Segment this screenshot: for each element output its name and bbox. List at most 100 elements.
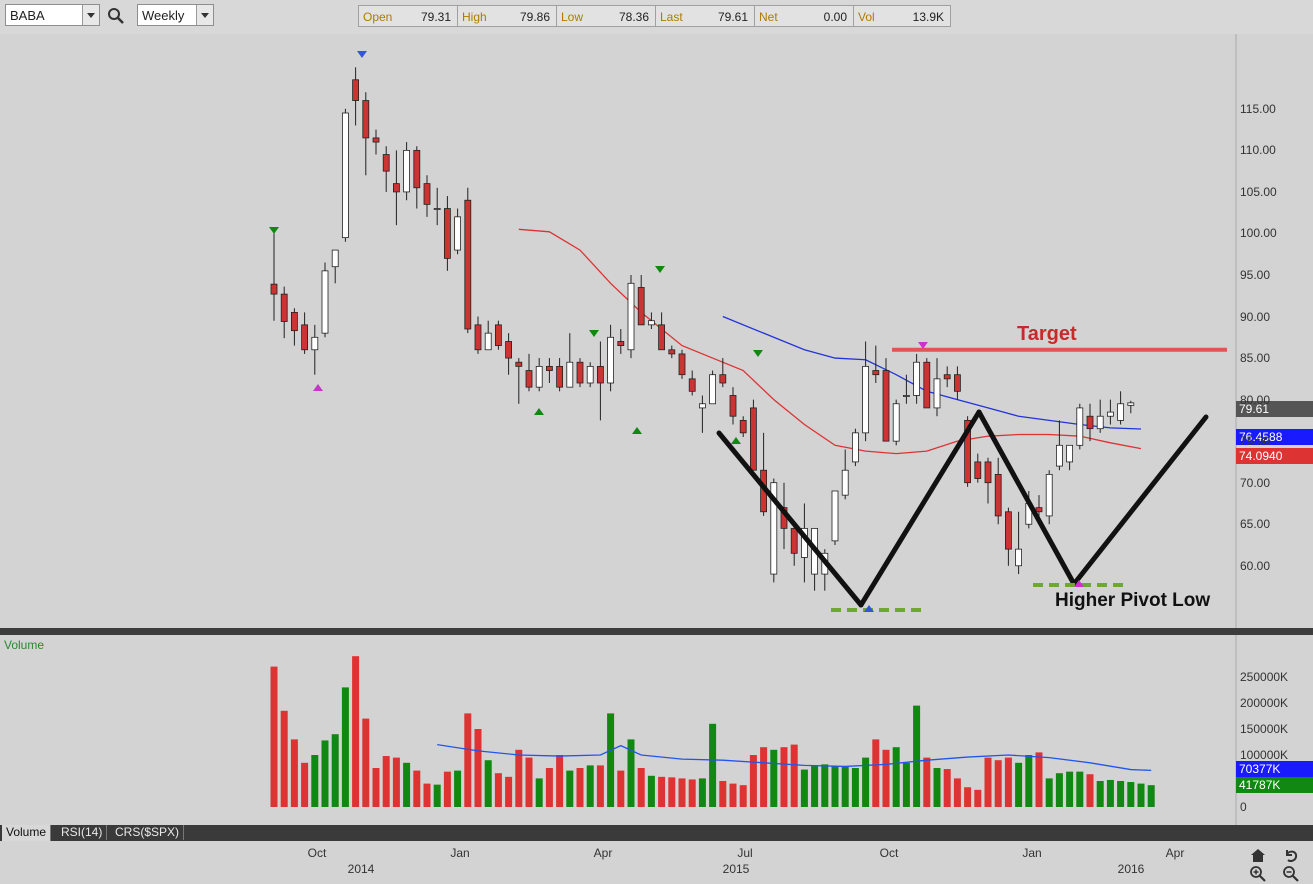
price-tick-label: 70.00 <box>1240 475 1271 490</box>
price-tick-label: 85.00 <box>1240 351 1271 366</box>
zoom-out-icon[interactable] <box>1282 865 1300 883</box>
pivot-low-marker <box>534 408 544 415</box>
volume-bar <box>902 762 910 807</box>
undo-icon[interactable] <box>1282 846 1300 864</box>
period-combo[interactable]: Weekly <box>137 4 214 26</box>
time-label-jan-2016: Jan <box>1022 846 1042 860</box>
volume-last-tag: 41787K <box>1236 777 1313 793</box>
candle-body <box>484 332 492 351</box>
volume-bar <box>892 747 900 807</box>
candle-body <box>954 374 961 392</box>
volume-bar <box>790 744 798 807</box>
volume-bar <box>872 739 880 807</box>
ma-red-tag: 74.0940 <box>1236 448 1313 464</box>
volume-bar <box>1004 757 1012 807</box>
pivot-low-marker <box>731 437 741 444</box>
candle-body <box>1015 548 1022 567</box>
volume-bar <box>596 765 604 807</box>
volume-bar <box>382 756 390 807</box>
price-chart[interactable] <box>0 34 1313 628</box>
time-axis: Oct Jan Apr Jul Oct Jan Apr 2014 2015 20… <box>0 841 1313 884</box>
time-label-apr-2015: Apr <box>593 846 613 860</box>
volume-bar <box>851 768 859 807</box>
volume-bar <box>964 787 972 807</box>
volume-bar <box>586 765 594 807</box>
volume-bar <box>698 778 706 807</box>
pivot-low-marker <box>632 427 642 434</box>
candle-body <box>688 378 696 392</box>
quote-value: 78.36 <box>618 10 649 24</box>
volume-bar <box>943 769 951 807</box>
volume-bar <box>719 781 727 807</box>
volume-bar <box>1066 771 1074 807</box>
candle-body <box>1045 473 1053 517</box>
volume-bar <box>821 764 829 807</box>
candle-body <box>515 361 523 367</box>
volume-bar <box>1096 781 1104 807</box>
candle-body <box>494 324 502 347</box>
volume-bar <box>311 755 319 807</box>
volume-bar <box>362 718 370 807</box>
volume-bar <box>913 705 921 807</box>
toolbar: BABA Weekly Open 79.31 High 79.86 Low 78.36 La… <box>0 0 1313 35</box>
quote-last: Last 79.61 <box>655 5 755 27</box>
candle-body <box>1127 402 1135 406</box>
home-icon[interactable] <box>1249 846 1267 864</box>
candle-body <box>831 490 839 542</box>
quote-label: Net <box>759 10 778 24</box>
candle-body <box>433 208 441 210</box>
candle-body <box>984 461 992 484</box>
candle-body <box>362 100 370 139</box>
pivot-high-marker <box>269 227 279 234</box>
volume-bar <box>637 768 645 807</box>
quote-net: Net 0.00 <box>754 5 854 27</box>
volume-panel[interactable]: Volume 70377K 41787K 250000K 200000K 15000… <box>0 635 1313 825</box>
price-tick-label: 60.00 <box>1240 558 1271 573</box>
volume-bar <box>301 762 309 807</box>
candle-body <box>382 154 390 172</box>
price-tick-label: 80.00 <box>1240 392 1271 407</box>
quote-label: Last <box>660 10 683 24</box>
candle-body <box>790 527 798 554</box>
candle-body <box>627 282 635 351</box>
symbol-combo[interactable]: BABA <box>5 4 100 26</box>
pattern-line <box>858 409 982 608</box>
volume-bar <box>545 768 553 807</box>
candle-body <box>882 370 890 442</box>
candle-body <box>739 419 747 434</box>
price-panel[interactable]: 79.61 76.4588 74.0940 Target Higher Pivo… <box>0 34 1313 628</box>
search-icon[interactable] <box>107 7 125 25</box>
volume-bar <box>403 762 411 807</box>
candle-body <box>719 374 727 384</box>
volume-chart[interactable] <box>0 635 1313 825</box>
volume-bar <box>1147 785 1155 807</box>
zoom-in-icon[interactable] <box>1249 865 1267 883</box>
candle-body <box>413 149 421 189</box>
candle-body <box>1096 415 1104 430</box>
candle-body <box>617 341 625 347</box>
candle-body <box>566 361 574 388</box>
volume-bar <box>1137 783 1145 807</box>
panel-splitter[interactable] <box>0 628 1313 635</box>
candle-body <box>668 349 676 355</box>
tab-crs[interactable]: CRS($SPX) <box>111 825 185 840</box>
tab-rsi[interactable]: RSI(14) <box>57 825 108 840</box>
chevron-down-icon[interactable] <box>196 5 213 25</box>
candle-body <box>474 324 482 351</box>
volume-bar <box>994 760 1002 807</box>
chevron-down-icon[interactable] <box>82 5 99 25</box>
candle-body <box>1056 444 1063 467</box>
volume-bar <box>1025 755 1033 807</box>
candle-body <box>321 270 329 334</box>
volume-bar <box>525 757 533 807</box>
quote-value: 79.86 <box>519 10 550 24</box>
candle-body <box>1086 415 1094 430</box>
volume-bar <box>933 768 941 807</box>
candle-body <box>729 395 737 417</box>
candle-body <box>923 361 931 409</box>
tab-volume[interactable]: Volume <box>2 825 52 842</box>
volume-bar <box>831 766 839 807</box>
candle-body <box>913 361 920 396</box>
volume-tick-label: 250000K <box>1240 670 1289 684</box>
quote-value: 0.00 <box>823 10 847 24</box>
